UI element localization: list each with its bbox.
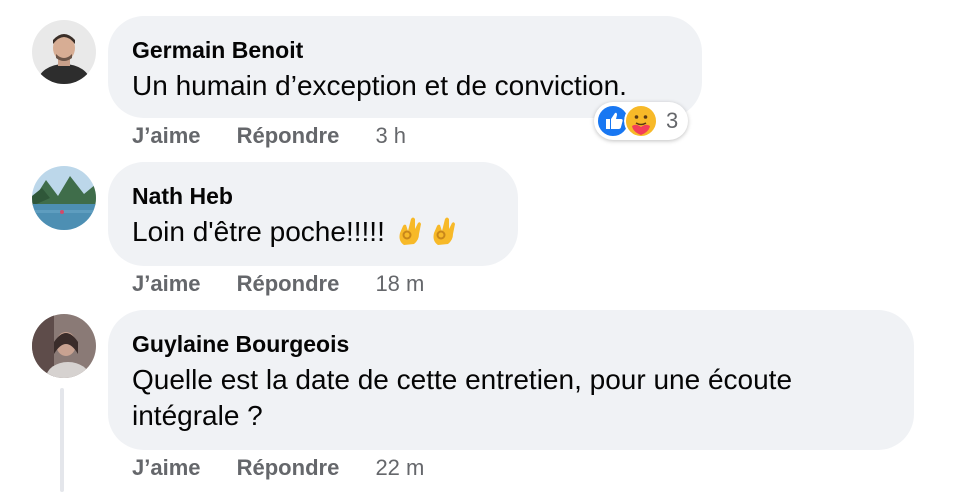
- like-button[interactable]: J’aime: [132, 123, 201, 148]
- avatar-lake-landscape-icon: [32, 166, 96, 230]
- comment-actions: J’aime Répondre 18 m: [132, 270, 424, 298]
- ok-hand-icon: [399, 217, 421, 245]
- comment-author[interactable]: Germain Benoit: [132, 36, 676, 64]
- comment-actions: J’aime Répondre 22 m: [132, 454, 424, 482]
- reply-button[interactable]: Répondre: [237, 271, 340, 296]
- reactions-summary[interactable]: 3: [594, 102, 689, 140]
- comment-timestamp[interactable]: 22 m: [375, 455, 424, 480]
- comment-text: Un humain d’exception et de conviction.: [132, 70, 627, 101]
- comment-timestamp[interactable]: 18 m: [375, 271, 424, 296]
- comment-bubble: Nath Heb Loin d'être poche!!!!!: [108, 162, 518, 266]
- reply-button[interactable]: Répondre: [237, 123, 340, 148]
- avatar-person-portrait-icon: [32, 314, 96, 378]
- ok-hand-icon: [433, 217, 455, 245]
- reply-button[interactable]: Répondre: [237, 455, 340, 480]
- comment-timestamp[interactable]: 3 h: [375, 123, 406, 148]
- comments-panel: Germain Benoit Un humain d’exception et …: [0, 0, 960, 492]
- comment-author[interactable]: Nath Heb: [132, 182, 492, 210]
- comment-text-line: intégrale ?: [132, 400, 263, 431]
- comment-actions: J’aime Répondre 3 h: [132, 122, 406, 150]
- avatar-man-in-jacket-icon: [32, 20, 96, 84]
- avatar[interactable]: [32, 20, 96, 84]
- comment-text: Quelle est la date de cette entretien, p…: [132, 362, 888, 434]
- comment-text-row: Loin d'être poche!!!!!: [132, 214, 492, 250]
- reaction-count: 3: [666, 108, 679, 133]
- thread-line: [60, 388, 64, 492]
- like-button[interactable]: J’aime: [132, 271, 201, 296]
- comment-author[interactable]: Guylaine Bourgeois: [132, 330, 888, 358]
- care-icon: [624, 104, 658, 138]
- like-button[interactable]: J’aime: [132, 455, 201, 480]
- avatar[interactable]: [32, 166, 96, 230]
- comment-text-line: Quelle est la date de cette entretien, p…: [132, 364, 793, 395]
- avatar[interactable]: [32, 314, 96, 378]
- comment-text: Loin d'être poche!!!!!: [132, 216, 385, 247]
- comment-bubble: Guylaine Bourgeois Quelle est la date de…: [108, 310, 914, 450]
